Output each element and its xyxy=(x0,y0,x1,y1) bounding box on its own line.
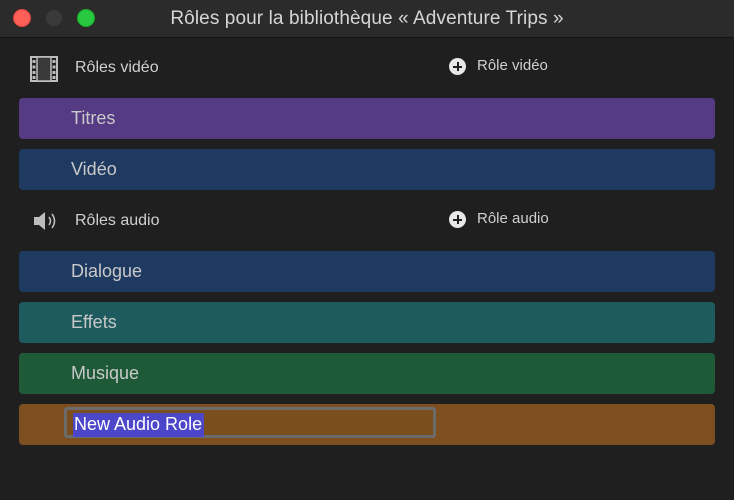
video-roles-header: Rôles vidéo Rôle vidéo xyxy=(0,54,734,84)
film-icon xyxy=(30,56,58,87)
video-roles-label: Rôles vidéo xyxy=(75,59,159,76)
speaker-icon xyxy=(32,209,60,238)
role-row-new-audio-role[interactable]: New Audio Role xyxy=(19,404,715,445)
role-row-video[interactable]: Vidéo xyxy=(19,149,715,190)
role-row-titres[interactable]: Titres xyxy=(19,98,715,139)
role-row-effets[interactable]: Effets xyxy=(19,302,715,343)
add-audio-role-label: Rôle audio xyxy=(477,210,549,227)
roles-window: Rôles pour la bibliothèque « Adventure T… xyxy=(0,0,734,500)
role-label: Musique xyxy=(71,363,140,383)
role-label: Dialogue xyxy=(71,261,143,281)
role-name-field[interactable]: New Audio Role xyxy=(64,407,436,438)
add-video-role-label: Rôle vidéo xyxy=(477,57,548,74)
plus-circle-icon xyxy=(449,211,466,228)
role-row-musique[interactable]: Musique xyxy=(19,353,715,394)
audio-roles-header: Rôles audio Rôle audio xyxy=(0,207,734,237)
window-title: Rôles pour la bibliothèque « Adventure T… xyxy=(170,8,564,29)
role-label: Effets xyxy=(71,312,117,332)
plus-circle-icon xyxy=(449,58,466,75)
title-bar: Rôles pour la bibliothèque « Adventure T… xyxy=(0,0,734,38)
audio-roles-label: Rôles audio xyxy=(75,212,160,229)
role-row-dialogue[interactable]: Dialogue xyxy=(19,251,715,292)
role-name-selected-text: New Audio Role xyxy=(73,413,205,437)
role-label: Titres xyxy=(71,108,116,128)
role-label: Vidéo xyxy=(71,159,117,179)
